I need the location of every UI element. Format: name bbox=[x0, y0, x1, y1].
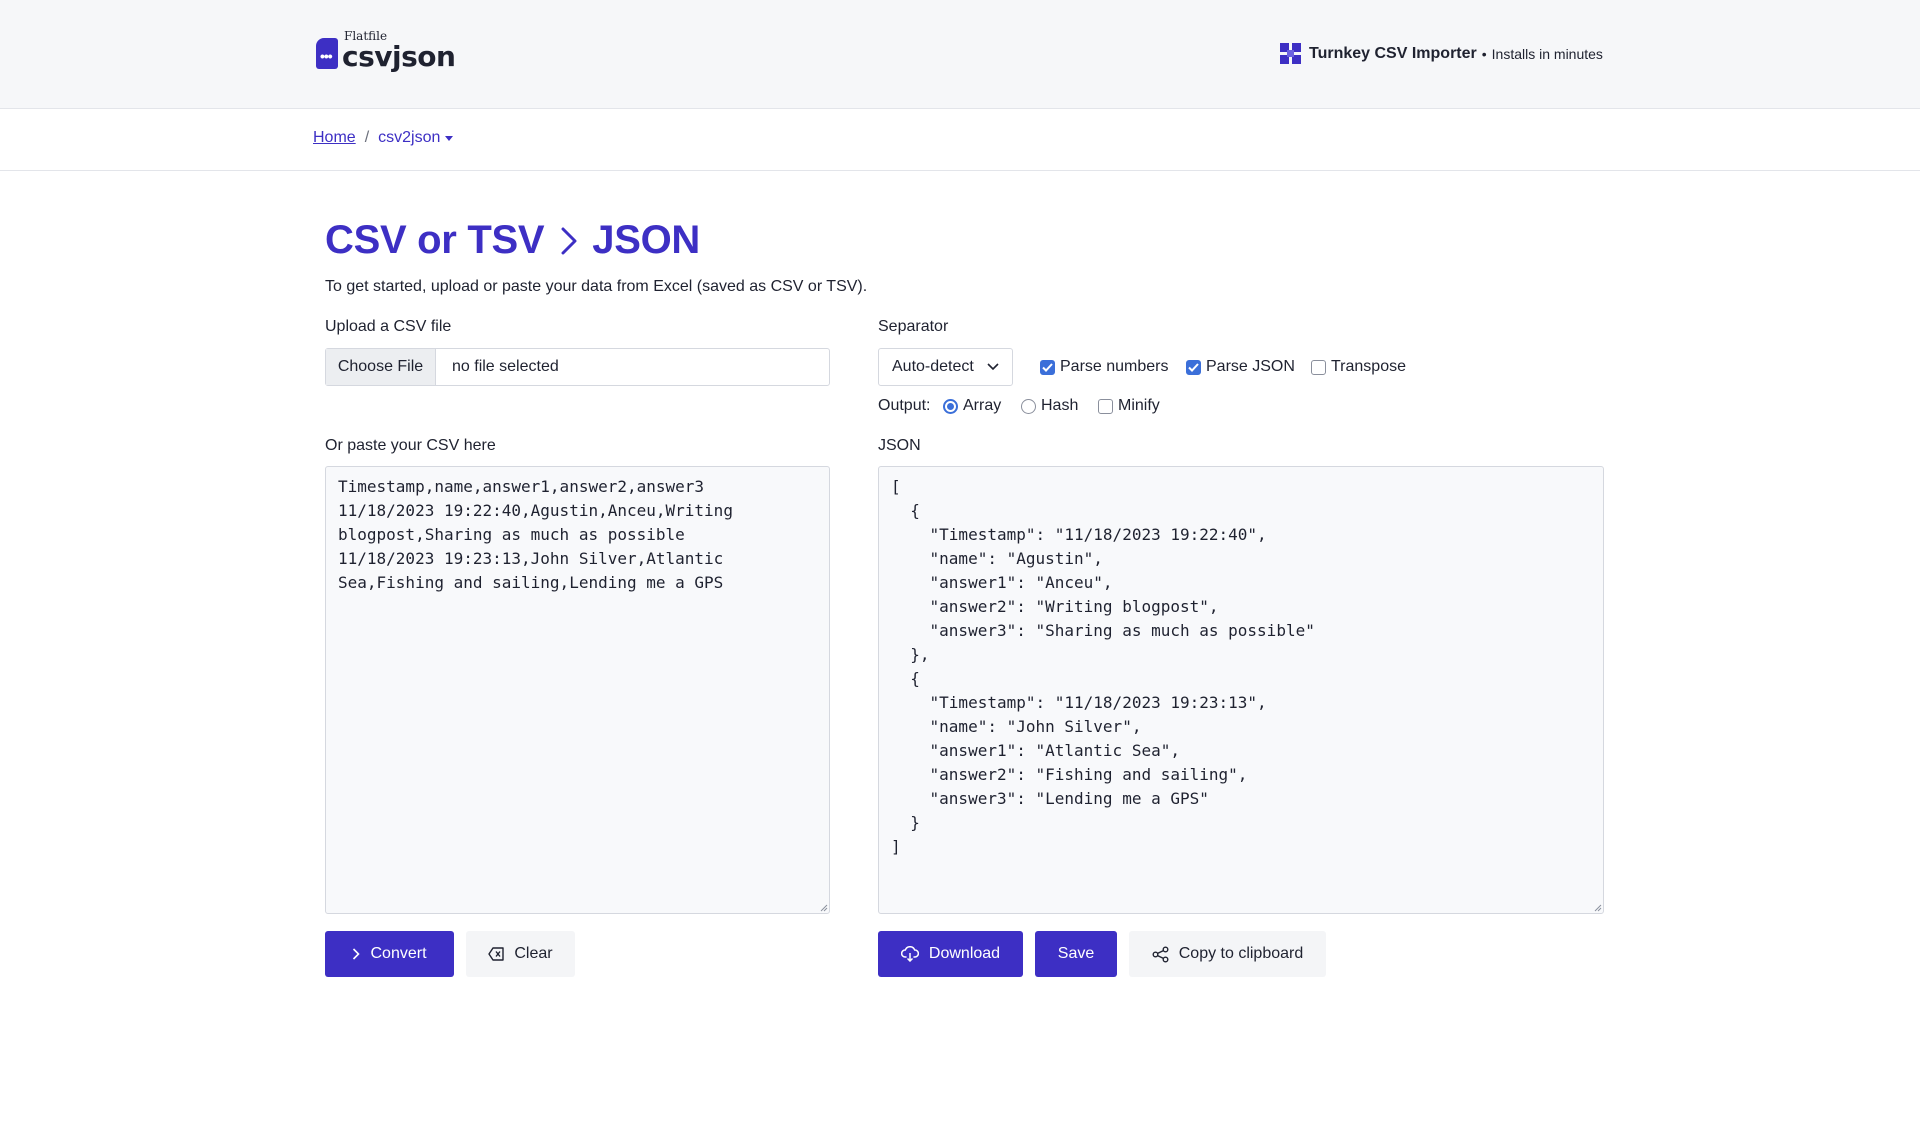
output-array-radio[interactable]: Array bbox=[943, 397, 1001, 415]
promo-subtitle: Installs in minutes bbox=[1491, 45, 1603, 62]
promo-separator: • bbox=[1481, 45, 1487, 62]
output-hash-radio[interactable]: Hash bbox=[1021, 397, 1078, 415]
radio-unchecked-icon bbox=[1021, 398, 1036, 414]
minify-checkbox[interactable]: Minify bbox=[1098, 397, 1160, 415]
radio-checked-icon bbox=[943, 398, 958, 414]
flatfile-csvjson-logo[interactable]: ••• Flatfile csvjson bbox=[314, 30, 456, 73]
json-label: JSON bbox=[878, 437, 921, 454]
separator-selected-value: Auto-detect bbox=[892, 358, 974, 375]
convert-button-label: Convert bbox=[370, 945, 427, 962]
copy-button-label: Copy to clipboard bbox=[1178, 945, 1304, 962]
backspace-icon bbox=[488, 947, 505, 961]
top-header: ••• Flatfile csvjson Turnkey CSV Importe… bbox=[0, 0, 1920, 109]
chevron-down-icon bbox=[987, 363, 999, 371]
breadcrumb-home-link[interactable]: Home bbox=[313, 129, 356, 147]
file-input[interactable]: Choose File no file selected bbox=[325, 348, 830, 386]
clear-button-label: Clear bbox=[514, 945, 553, 962]
breadcrumb-current-label: csv2json bbox=[378, 129, 441, 146]
checkbox-checked-icon bbox=[1040, 359, 1055, 375]
parse-json-label: Parse JSON bbox=[1206, 358, 1295, 375]
parse-numbers-checkbox[interactable]: Parse numbers bbox=[1040, 358, 1169, 376]
logo-big-text: csvjson bbox=[342, 40, 456, 73]
transpose-checkbox[interactable]: Transpose bbox=[1311, 358, 1406, 376]
flatfile-grid-icon bbox=[1280, 43, 1301, 64]
convert-button[interactable]: Convert bbox=[325, 931, 454, 977]
chevron-right-icon bbox=[561, 227, 577, 254]
resize-handle-icon[interactable] bbox=[820, 904, 828, 912]
caret-down-icon bbox=[445, 135, 454, 141]
copy-to-clipboard-button[interactable]: Copy to clipboard bbox=[1129, 931, 1326, 977]
promo-title: Turnkey CSV Importer bbox=[1309, 44, 1477, 62]
breadcrumb-separator: / bbox=[364, 129, 370, 146]
checkbox-checked-icon bbox=[1186, 359, 1201, 375]
clear-button[interactable]: Clear bbox=[466, 931, 575, 977]
title-right: JSON bbox=[592, 218, 701, 262]
logo-icon: ••• bbox=[314, 34, 340, 72]
parse-json-checkbox[interactable]: Parse JSON bbox=[1186, 358, 1295, 376]
checkbox-unchecked-icon bbox=[1098, 398, 1113, 414]
csv-paste-label: Or paste your CSV here bbox=[325, 437, 496, 454]
minify-label: Minify bbox=[1118, 397, 1160, 414]
json-output-textarea[interactable]: [ { "Timestamp": "11/18/2023 19:22:40", … bbox=[878, 466, 1604, 914]
output-array-label: Array bbox=[963, 397, 1002, 414]
choose-file-button[interactable]: Choose File bbox=[326, 349, 436, 385]
turnkey-promo-link[interactable]: Turnkey CSV Importer • Installs in minut… bbox=[1280, 43, 1603, 64]
share-icon bbox=[1152, 946, 1169, 962]
title-left: CSV or TSV bbox=[325, 218, 545, 262]
breadcrumb-bar: Home / csv2json bbox=[0, 109, 1920, 171]
save-button-label: Save bbox=[1057, 945, 1095, 962]
parse-numbers-label: Parse numbers bbox=[1060, 358, 1169, 375]
save-button[interactable]: Save bbox=[1035, 931, 1117, 977]
intro-text: To get started, upload or paste your dat… bbox=[325, 278, 868, 295]
download-button-label: Download bbox=[928, 945, 1001, 962]
separator-label: Separator bbox=[878, 318, 949, 335]
breadcrumb: Home / csv2json bbox=[313, 129, 454, 147]
breadcrumb-tool-dropdown[interactable]: csv2json bbox=[378, 129, 454, 147]
resize-handle-icon[interactable] bbox=[1594, 904, 1602, 912]
csv-textarea[interactable]: Timestamp,name,answer1,answer2,answer3 1… bbox=[325, 466, 830, 914]
upload-label: Upload a CSV file bbox=[325, 318, 452, 335]
output-hash-label: Hash bbox=[1041, 397, 1079, 414]
download-button[interactable]: Download bbox=[878, 931, 1023, 977]
cloud-download-icon bbox=[900, 946, 919, 962]
output-label: Output: bbox=[878, 397, 931, 414]
chevron-right-icon bbox=[353, 948, 361, 960]
separator-select[interactable]: Auto-detect bbox=[878, 348, 1013, 386]
file-status-text: no file selected bbox=[452, 358, 559, 375]
transpose-label: Transpose bbox=[1331, 358, 1406, 375]
checkbox-unchecked-icon bbox=[1311, 359, 1326, 375]
page-title: CSV or TSV JSON bbox=[325, 218, 700, 263]
